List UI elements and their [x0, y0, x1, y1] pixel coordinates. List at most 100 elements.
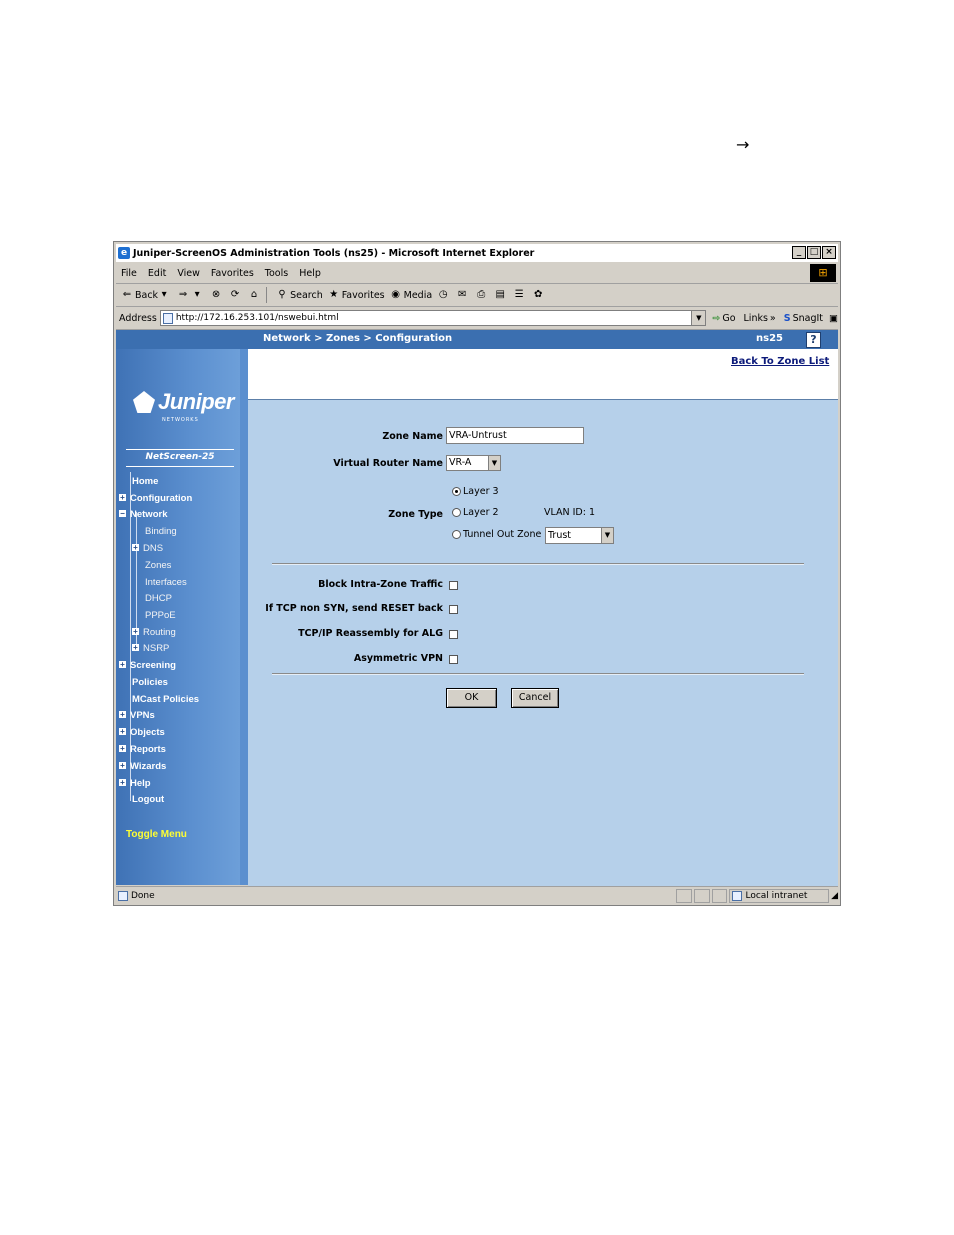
nav-pppoe[interactable]: PPPoE — [145, 610, 176, 621]
nav-reports-label: Reports — [130, 744, 166, 755]
layer3-radio[interactable]: Layer 3 — [452, 486, 499, 497]
messenger-button[interactable]: ✿ — [532, 289, 546, 301]
menu-edit[interactable]: Edit — [148, 268, 166, 279]
nav-screening[interactable]: + Screening — [119, 660, 176, 671]
go-button[interactable]: ⇨ Go — [712, 313, 735, 324]
nav-interfaces[interactable]: Interfaces — [145, 577, 187, 588]
expand-icon[interactable]: + — [119, 745, 126, 753]
nav-binding[interactable]: Binding — [145, 526, 177, 537]
forward-button[interactable]: ⇒ ▾ — [177, 289, 205, 301]
menu-file[interactable]: File — [121, 268, 137, 279]
nav-wizards[interactable]: + Wizards — [119, 761, 166, 772]
tcp-reassembly-checkbox[interactable] — [449, 630, 458, 639]
expand-icon[interactable]: + — [119, 711, 126, 719]
collapse-icon[interactable]: − — [119, 510, 126, 518]
media-button[interactable]: ◉ Media — [390, 289, 432, 301]
home-icon: ⌂ — [250, 289, 258, 300]
nav-network[interactable]: − Network — [119, 509, 167, 520]
history-button[interactable]: ◷ — [437, 289, 451, 301]
expand-icon[interactable]: + — [132, 544, 139, 552]
refresh-button[interactable]: ⟳ — [229, 289, 243, 301]
expand-icon[interactable]: + — [132, 628, 139, 636]
toolbar-separator — [266, 287, 268, 303]
nav-zones[interactable]: Zones — [145, 560, 171, 571]
expand-icon[interactable]: + — [119, 661, 126, 669]
menu-tools[interactable]: Tools — [265, 268, 288, 279]
favorites-button[interactable]: ★ Favorites — [328, 289, 384, 301]
nav-logout[interactable]: Logout — [132, 794, 164, 805]
mail-button[interactable]: ✉ — [456, 289, 470, 301]
logo-text: Juniper — [158, 389, 234, 414]
home-button[interactable]: ⌂ — [248, 289, 262, 301]
expand-icon[interactable]: + — [119, 762, 126, 770]
toggle-menu-link[interactable]: Toggle Menu — [126, 829, 187, 840]
snagit-window-icon[interactable]: ▣ — [829, 313, 838, 324]
nav-vpns[interactable]: + VPNs — [119, 710, 155, 721]
nav-wizards-label: Wizards — [130, 761, 167, 772]
nav-mcast-policies-label: MCast Policies — [132, 694, 200, 705]
back-to-zone-list-link[interactable]: Back To Zone List — [731, 356, 829, 367]
nav-dhcp-label: DHCP — [145, 593, 172, 604]
virtual-router-select[interactable]: VR-A ▼ — [446, 455, 501, 471]
close-button[interactable]: × — [822, 246, 836, 259]
menu-help[interactable]: Help — [299, 268, 321, 279]
search-label: Search — [290, 289, 323, 301]
expand-icon[interactable]: + — [119, 779, 126, 787]
refresh-icon: ⟳ — [230, 289, 240, 300]
resize-grip-icon[interactable]: ◢ — [831, 891, 838, 901]
expand-icon[interactable]: + — [119, 728, 126, 736]
mail-icon: ✉ — [457, 289, 467, 300]
tunnel-zone-value: Trust — [548, 530, 572, 541]
nav-dns[interactable]: + DNS — [132, 543, 163, 554]
nav-routing-label: Routing — [143, 627, 176, 638]
juniper-mark-icon — [133, 391, 155, 413]
tunnel-out-radio[interactable]: Tunnel Out Zone — [452, 529, 541, 540]
links-button[interactable]: Links — [744, 313, 768, 324]
stop-button[interactable]: ⊗ — [210, 289, 224, 301]
browser-window: e Juniper-ScreenOS Administration Tools … — [113, 241, 841, 906]
juniper-logo: Juniper — [133, 389, 234, 415]
back-button[interactable]: ⇐ Back ▾ — [121, 289, 172, 301]
nav-mcast-policies[interactable]: MCast Policies — [132, 694, 199, 705]
discuss-button[interactable]: ☰ — [513, 289, 527, 301]
menu-view[interactable]: View — [177, 268, 200, 279]
expand-icon[interactable]: + — [132, 644, 139, 652]
search-button[interactable]: ⚲ Search — [276, 289, 323, 301]
print-button[interactable]: ⎙ — [475, 289, 489, 301]
nav-policies[interactable]: Policies — [132, 677, 168, 688]
address-input[interactable]: http://172.16.253.101/nswebui.html ▼ — [159, 310, 707, 326]
nav-help-label: Help — [130, 778, 151, 789]
asymmetric-vpn-checkbox[interactable] — [449, 655, 458, 664]
edit-button[interactable]: ▤ — [494, 289, 508, 301]
nav-nsrp[interactable]: + NSRP — [132, 643, 169, 654]
nav-vpns-label: VPNs — [130, 710, 155, 721]
ok-button[interactable]: OK — [446, 688, 497, 708]
menu-favorites[interactable]: Favorites — [211, 268, 254, 279]
address-dropdown-icon[interactable]: ▼ — [691, 311, 706, 325]
chevron-right-icon[interactable]: » — [770, 313, 776, 324]
device-model: NetScreen-25 — [145, 452, 215, 462]
nav-dhcp[interactable]: DHCP — [145, 593, 172, 604]
nav-reports[interactable]: + Reports — [119, 744, 166, 755]
status-cell — [675, 889, 692, 903]
tcp-reset-checkbox[interactable] — [449, 605, 458, 614]
block-intra-zone-checkbox[interactable] — [449, 581, 458, 590]
expand-icon[interactable]: + — [119, 494, 126, 502]
nav-objects[interactable]: + Objects — [119, 727, 165, 738]
nav-help[interactable]: + Help — [119, 778, 151, 789]
nav-routing[interactable]: + Routing — [132, 627, 176, 638]
nav-home[interactable]: Home — [132, 476, 158, 487]
divider — [272, 563, 804, 565]
minimize-button[interactable]: _ — [792, 246, 806, 259]
snagit-button[interactable]: S SnagIt — [784, 313, 823, 324]
title-bar: e Juniper-ScreenOS Administration Tools … — [116, 244, 838, 262]
nav-configuration[interactable]: + Configuration — [119, 493, 192, 504]
cancel-button[interactable]: Cancel — [511, 688, 559, 708]
divider — [272, 673, 804, 675]
maximize-button[interactable]: □ — [807, 246, 821, 259]
zone-name-input[interactable]: VRA-Untrust — [446, 427, 584, 444]
tunnel-zone-select[interactable]: Trust ▼ — [545, 527, 614, 544]
help-icon[interactable]: ? — [806, 332, 821, 348]
layer2-radio[interactable]: Layer 2 — [452, 507, 499, 518]
snagit-icon: S — [783, 312, 791, 324]
